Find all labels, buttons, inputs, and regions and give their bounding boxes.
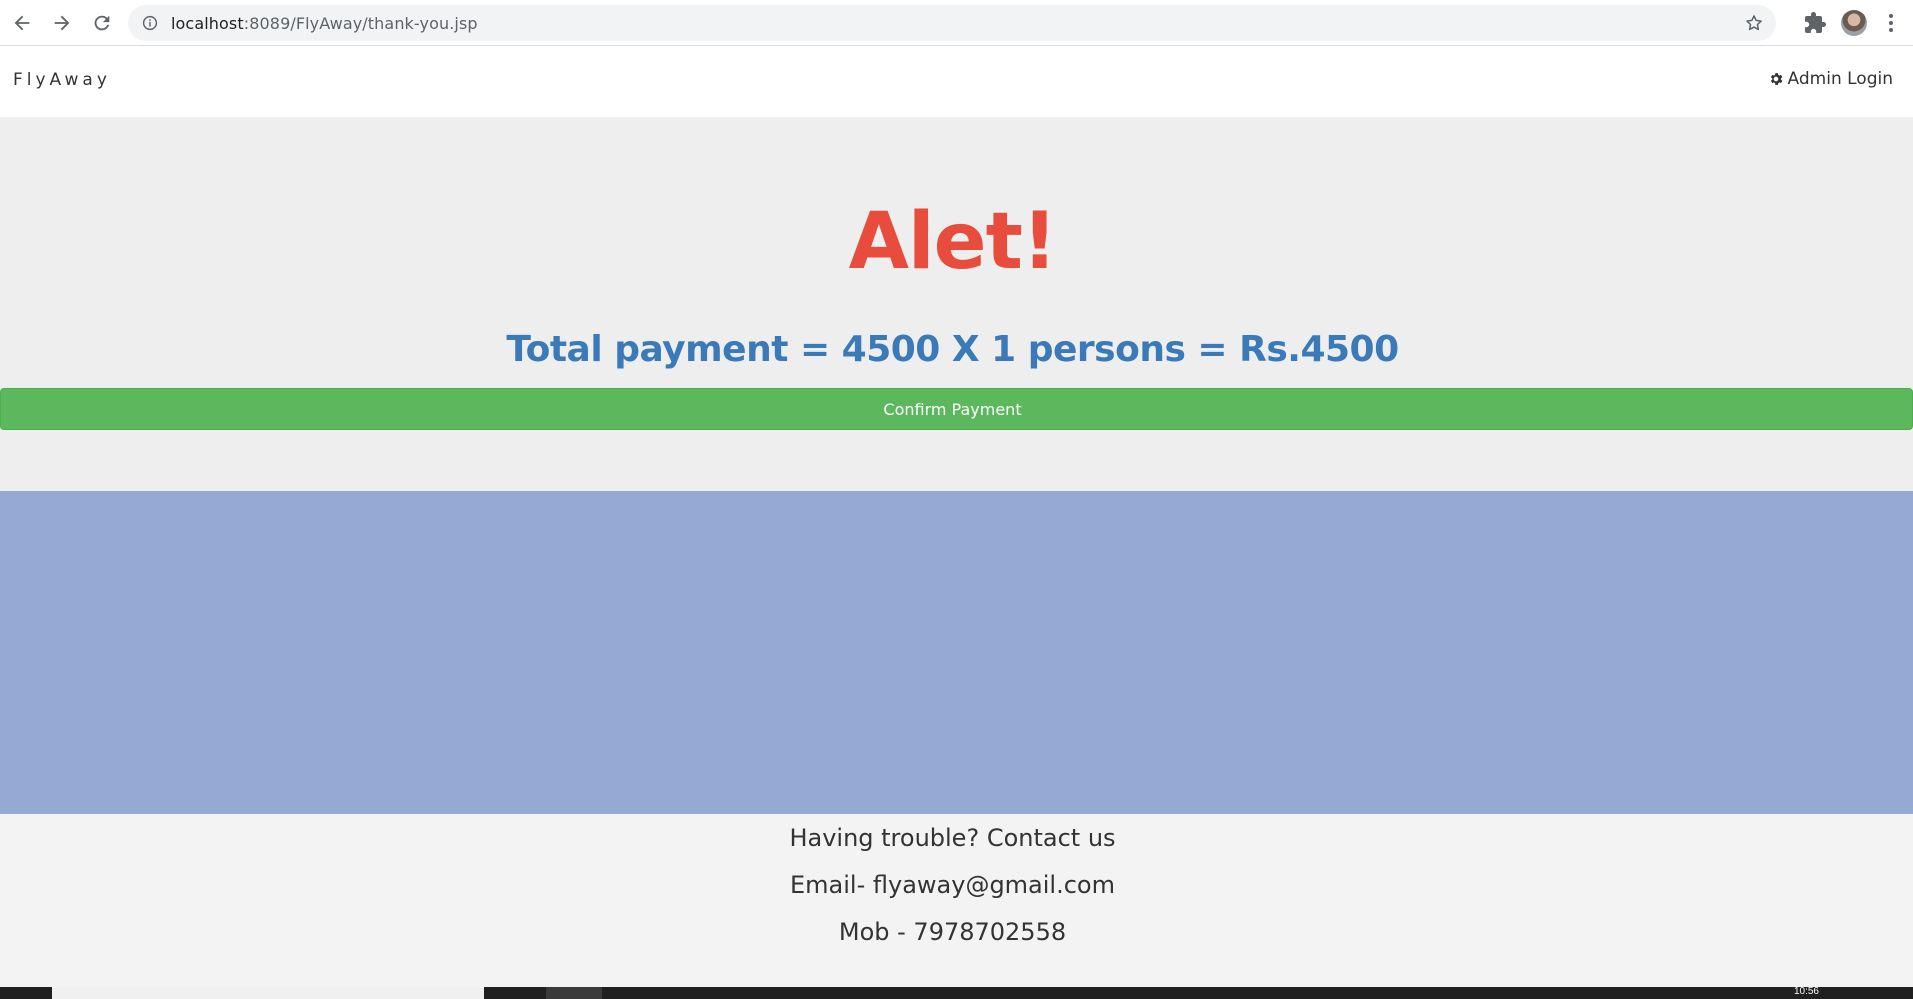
os-taskbar: 10:56 bbox=[0, 987, 1913, 999]
reload-icon bbox=[94, 15, 110, 30]
payment-summary: Total payment = 4500 X 1 persons = Rs.45… bbox=[506, 329, 1399, 370]
forward-arrow-icon bbox=[54, 15, 70, 30]
taskbar-active-app[interactable] bbox=[546, 987, 602, 999]
gear-icon bbox=[1770, 73, 1782, 85]
admin-login-link[interactable]: Admin Login bbox=[1768, 69, 1893, 89]
puzzle-icon[interactable] bbox=[1803, 11, 1827, 35]
site-navbar: FlyAway Admin Login bbox=[0, 46, 1913, 117]
back-button[interactable] bbox=[2, 3, 42, 43]
footer-email: Email- flyaway@gmail.com bbox=[790, 871, 1115, 899]
reload-button[interactable] bbox=[82, 3, 122, 43]
info-icon[interactable] bbox=[141, 14, 159, 32]
url-text: localhost:8089/FlyAway/thank-you.jsp bbox=[171, 14, 478, 33]
url-path: :8089/FlyAway/thank-you.jsp bbox=[243, 13, 478, 33]
brand-logo[interactable]: FlyAway bbox=[13, 70, 111, 90]
profile-avatar[interactable] bbox=[1841, 10, 1867, 36]
footer: Having trouble? Contact us Email- flyawa… bbox=[0, 814, 1913, 987]
taskbar-search-box[interactable] bbox=[52, 987, 484, 999]
kebab-menu-icon[interactable] bbox=[1881, 11, 1901, 35]
taskbar-clock[interactable]: 10:56 bbox=[1794, 987, 1819, 999]
alert-title: Alet! bbox=[848, 197, 1058, 287]
address-bar[interactable]: localhost:8089/FlyAway/thank-you.jsp bbox=[128, 5, 1776, 41]
star-icon[interactable] bbox=[1744, 13, 1764, 33]
url-host: localhost bbox=[171, 13, 244, 33]
hero-section: Alet! Total payment = 4500 X 1 persons =… bbox=[0, 117, 1913, 491]
forward-button[interactable] bbox=[42, 3, 82, 43]
browser-toolbar: localhost:8089/FlyAway/thank-you.jsp bbox=[0, 0, 1913, 46]
back-arrow-icon bbox=[14, 15, 30, 30]
footer-mobile: Mob - 7978702558 bbox=[838, 918, 1067, 946]
confirm-payment-button[interactable]: Confirm Payment bbox=[0, 388, 1913, 430]
admin-login-label: Admin Login bbox=[1787, 69, 1893, 89]
blue-banner-section bbox=[0, 491, 1913, 814]
footer-contact-heading: Having trouble? Contact us bbox=[789, 824, 1116, 852]
toolbar-right bbox=[1803, 0, 1913, 46]
